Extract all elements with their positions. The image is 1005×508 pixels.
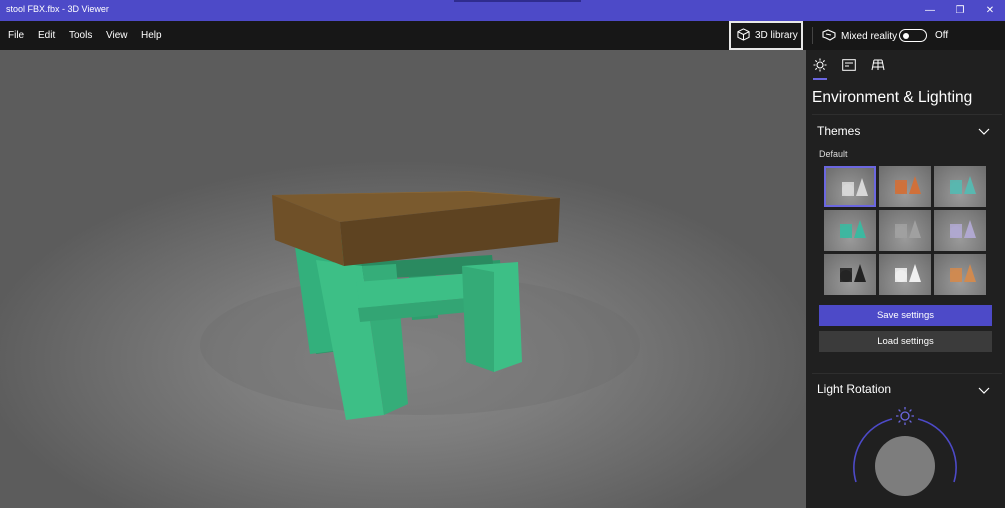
theme-thumbnail[interactable] xyxy=(934,254,986,295)
title-accent xyxy=(454,0,581,2)
window-title: stool FBX.fbx - 3D Viewer xyxy=(6,4,109,14)
divider xyxy=(812,114,1002,115)
3d-viewport[interactable] xyxy=(0,50,806,508)
theme-thumbnail[interactable] xyxy=(879,254,931,295)
headset-icon xyxy=(822,29,836,44)
chevron-down-icon[interactable] xyxy=(978,385,990,395)
toolbar-separator xyxy=(812,27,813,44)
light-sphere xyxy=(875,436,935,496)
light-rotation-title[interactable]: Light Rotation xyxy=(817,382,891,396)
mixed-reality-button[interactable]: Mixed reality xyxy=(822,29,897,44)
active-tab-indicator xyxy=(813,78,827,80)
save-settings-button[interactable]: Save settings xyxy=(819,305,992,326)
theme-thumbnail[interactable] xyxy=(824,166,876,207)
stool-model xyxy=(200,191,640,420)
load-settings-button[interactable]: Load settings xyxy=(819,331,992,352)
minimize-button[interactable]: — xyxy=(915,0,945,21)
grid-icon xyxy=(871,59,885,71)
menu-file[interactable]: File xyxy=(8,30,24,41)
theme-thumbnail[interactable] xyxy=(879,210,931,251)
themes-title[interactable]: Themes xyxy=(817,124,860,138)
tab-grid[interactable] xyxy=(869,57,887,73)
panel-heading: Environment & Lighting xyxy=(812,89,973,106)
title-bar: stool FBX.fbx - 3D Viewer — ❐ ✕ xyxy=(0,0,1005,21)
tab-stats[interactable] xyxy=(840,57,858,73)
close-button[interactable]: ✕ xyxy=(975,0,1005,21)
light-rotation-dial[interactable] xyxy=(850,404,960,508)
3d-library-button[interactable]: 3D library xyxy=(729,21,803,50)
menu-edit[interactable]: Edit xyxy=(38,30,55,41)
theme-thumbnail[interactable] xyxy=(934,166,986,207)
theme-thumbnail[interactable] xyxy=(879,166,931,207)
sun-icon xyxy=(813,58,827,72)
theme-thumbnail[interactable] xyxy=(934,210,986,251)
menu-view[interactable]: View xyxy=(106,30,128,41)
tab-lighting[interactable] xyxy=(811,57,829,73)
divider xyxy=(812,373,1002,374)
mixed-reality-state: Off xyxy=(935,30,949,41)
cube-icon xyxy=(737,27,750,44)
light-handle-sun-icon xyxy=(896,407,914,425)
toggle-knob xyxy=(903,32,909,39)
stats-icon xyxy=(842,59,856,71)
front-right-leg-side xyxy=(462,266,494,372)
chevron-down-icon[interactable] xyxy=(978,126,990,136)
menu-help[interactable]: Help xyxy=(141,30,162,41)
menu-tools[interactable]: Tools xyxy=(69,30,92,41)
mixed-reality-toggle[interactable] xyxy=(899,29,927,42)
selected-theme-label: Default xyxy=(819,149,848,159)
3d-library-label: 3D library xyxy=(755,30,798,41)
theme-thumbnail[interactable] xyxy=(824,210,876,251)
restore-button[interactable]: ❐ xyxy=(945,0,975,21)
theme-thumbnail[interactable] xyxy=(824,254,876,295)
mixed-reality-label: Mixed reality xyxy=(841,31,898,42)
